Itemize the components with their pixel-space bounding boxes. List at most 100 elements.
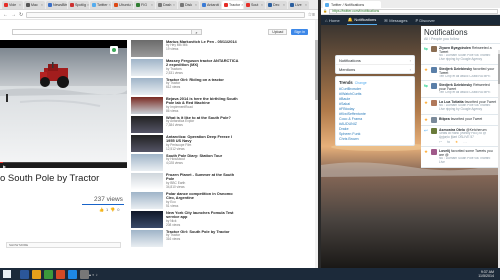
- related-video-item[interactable]: Polar dance competition in Osnomo Ciro, …: [131, 192, 239, 211]
- taskbar-clock[interactable]: 9:37 AM 11/5/2014: [478, 270, 494, 278]
- taskbar-app-icon[interactable]: [20, 269, 29, 279]
- taskbar-app-icon[interactable]: [68, 269, 77, 279]
- related-video-item[interactable]: South Pole Diary: Station Tour by HowAbou…: [131, 154, 239, 173]
- taskbar-app-icon[interactable]: [32, 269, 41, 279]
- browser-tab[interactable]: Tractor ×: [222, 1, 243, 9]
- video-progress-bar[interactable]: [0, 162, 127, 163]
- related-video-item[interactable]: New York City launches Fomula Test servi…: [131, 211, 239, 230]
- related-video-title[interactable]: New York City launches Fomula Test servi…: [166, 211, 239, 220]
- tab-close-icon[interactable]: ×: [194, 3, 197, 7]
- related-video-thumbnail[interactable]: [131, 192, 163, 209]
- nav-notifications[interactable]: 🔔 Notifications: [346, 15, 378, 25]
- related-video-title[interactable]: Polar dance competition in Osnomo Ciro, …: [166, 192, 239, 201]
- avatar[interactable]: [431, 46, 437, 52]
- browser-tab[interactable]: Dash ×: [156, 1, 177, 9]
- reply-icon[interactable]: ↩: [439, 140, 442, 144]
- tab-close-icon[interactable]: ×: [108, 3, 111, 7]
- browser-tab[interactable]: NewsBits×: [46, 1, 67, 9]
- related-video-item[interactable]: Massey Ferguson tractor ANTARCTICA 2 exp…: [131, 59, 239, 78]
- more-icon[interactable]: …: [463, 140, 467, 144]
- nav-home[interactable]: ⌂ Home: [324, 15, 341, 25]
- upload-button[interactable]: Upload: [268, 29, 288, 35]
- avatar[interactable]: [431, 149, 437, 156]
- related-video-item[interactable]: Bejava 2014 is here the birthling South …: [131, 97, 239, 116]
- avatar[interactable]: [431, 66, 437, 73]
- reload-icon[interactable]: ↻: [19, 12, 23, 18]
- nav-messages[interactable]: ✉ Messages: [383, 15, 408, 25]
- notification-user[interactable]: Btipea: [439, 117, 450, 121]
- notification-item[interactable]: ★ Btipea favorited your Tweet: [421, 115, 500, 126]
- taskbar-app-icon[interactable]: [56, 269, 65, 279]
- browser-tab[interactable]: Disk ×: [178, 1, 199, 9]
- system-tray-icons[interactable]: ▴ ◐ ♪: [89, 272, 98, 277]
- taskbar-app-icon[interactable]: [44, 269, 53, 279]
- related-video-thumbnail[interactable]: [131, 78, 163, 95]
- related-video-item[interactable]: Tractor Girl: Riding on a tractor by Trac…: [131, 78, 239, 97]
- related-video-item[interactable]: Tractor Girl: South Pole by Tractor by Tr…: [131, 230, 239, 249]
- tab-close-icon[interactable]: ×: [260, 3, 263, 7]
- notification-item[interactable]: ★ La Lua Totlatta favorited your Tweet Nu …: [421, 98, 500, 115]
- related-video-thumbnail[interactable]: [131, 40, 163, 57]
- browser-tab[interactable]: Twitter ×: [90, 1, 111, 9]
- nav-discover[interactable]: # Discover: [414, 15, 435, 25]
- browser-tab[interactable]: Dec ×: [266, 1, 287, 9]
- browser-tab[interactable]: Spotlig ×: [68, 1, 89, 9]
- retweet-icon[interactable]: ⇆: [447, 140, 450, 144]
- avatar[interactable]: [431, 83, 437, 90]
- show-more-button[interactable]: SHOW MORE: [6, 242, 121, 248]
- right-url-input[interactable]: https://twitter.com/i/notifications: [329, 8, 498, 14]
- dashboard-link-mentions[interactable]: Mentions ›: [336, 65, 414, 73]
- related-video-thumbnail[interactable]: [131, 116, 163, 133]
- thumbs-up-icon[interactable]: 👍: [99, 207, 104, 212]
- related-video-thumbnail[interactable]: [131, 97, 163, 114]
- notification-item[interactable]: ★ Stedjerk Dziebinsky favorited your Twee…: [421, 65, 500, 82]
- tab-close-icon[interactable]: ×: [219, 3, 221, 7]
- tab-close-icon[interactable]: ×: [86, 3, 89, 7]
- tab-close-icon[interactable]: ×: [282, 3, 285, 7]
- stream-filter[interactable]: All / People you follow: [424, 37, 497, 41]
- avatar[interactable]: [431, 127, 437, 134]
- start-button[interactable]: [3, 270, 11, 278]
- twitter-tab[interactable]: Twitter / Notifications: [323, 1, 381, 8]
- avatar[interactable]: [431, 100, 437, 107]
- notification-item[interactable]: ★ Lovelij favorited some Tweets you are @…: [421, 147, 500, 168]
- browser-tab[interactable]: Ubuntu ×: [112, 1, 133, 9]
- browser-tab[interactable]: Antarcti×: [200, 1, 221, 9]
- search-icon[interactable]: ⌕: [192, 29, 202, 35]
- related-video-thumbnail[interactable]: [131, 59, 163, 76]
- trends-change-link[interactable]: Change: [355, 81, 367, 85]
- browser-tab[interactable]: Sout ×: [244, 1, 265, 9]
- youtube-search-input[interactable]: [12, 29, 192, 35]
- related-video-thumbnail[interactable]: [131, 154, 163, 171]
- related-video-thumbnail[interactable]: [131, 135, 163, 152]
- notification-item[interactable]: ↩ Asmostra Otelo @Ketcherum Seats at Rank …: [421, 126, 500, 148]
- left-url-input[interactable]: [26, 11, 305, 18]
- related-video-item[interactable]: Frozen Planet - Summer at the South Pole…: [131, 173, 239, 192]
- browser-tab[interactable]: Live ×: [288, 1, 309, 9]
- thumbs-down-icon[interactable]: 👎: [110, 207, 115, 212]
- dashboard-link-notifications[interactable]: Notifications ›: [336, 56, 414, 65]
- related-video-thumbnail[interactable]: [131, 173, 163, 190]
- sign-in-button[interactable]: Sign in: [291, 29, 308, 35]
- taskbar-app-icon[interactable]: [80, 269, 89, 279]
- avatar[interactable]: [431, 116, 437, 123]
- tab-close-icon[interactable]: ×: [40, 3, 43, 7]
- related-video-item[interactable]: Marius Markovitch Le Pen - 05/11/2014 by …: [131, 40, 239, 59]
- notification-item[interactable]: ⇆ Stedjerk Dziebinsky Retweeted your Twee…: [421, 81, 500, 99]
- browser-tab[interactable]: FIG ×: [134, 1, 155, 9]
- video-player[interactable]: ▶: [0, 40, 127, 168]
- tab-close-icon[interactable]: ×: [18, 3, 21, 7]
- related-video-item[interactable]: Antarctica: Operation Deep Freeze I 1955…: [131, 135, 239, 154]
- trend-link[interactable]: Chris Brown: [339, 137, 411, 142]
- play-icon[interactable]: ▶: [3, 164, 6, 169]
- related-video-item[interactable]: What is it like to at the South Pole? by …: [131, 116, 239, 135]
- favorite-icon[interactable]: ★: [455, 140, 458, 144]
- browser-tab[interactable]: Vide ×: [2, 1, 23, 9]
- tab-close-icon[interactable]: ×: [172, 3, 175, 7]
- related-video-thumbnail[interactable]: [131, 230, 163, 247]
- tab-close-icon[interactable]: ×: [131, 3, 133, 7]
- back-icon[interactable]: ←: [3, 12, 8, 18]
- forward-icon[interactable]: →: [11, 12, 16, 18]
- related-video-thumbnail[interactable]: [131, 211, 163, 228]
- notification-item[interactable]: ⇆ Ziyaen Byaypinden Retweeted a Tweet Nu :…: [421, 44, 500, 65]
